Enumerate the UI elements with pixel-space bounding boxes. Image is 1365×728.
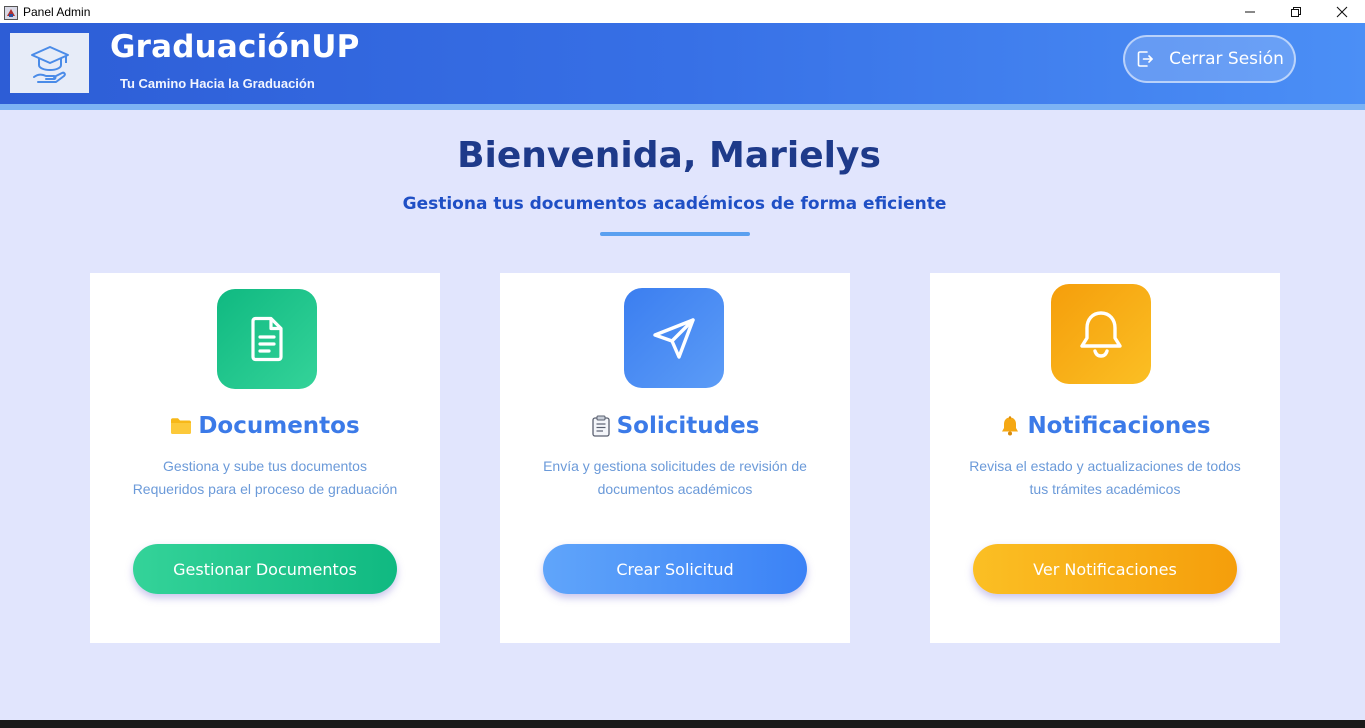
window-title: Panel Admin [23,4,91,19]
card-title-solicitudes: Solicitudes [500,413,850,439]
brand-title: GraduaciónUP [110,29,360,65]
taskbar-edge [0,720,1365,728]
restore-button[interactable] [1273,0,1319,23]
gestionar-documentos-button[interactable]: Gestionar Documentos [133,544,397,594]
logout-label: Cerrar Sesión [1169,49,1284,69]
crear-solicitud-button[interactable]: Crear Solicitud [543,544,807,594]
bell-icon [1051,284,1151,384]
welcome-title: Bienvenida, Marielys [457,135,881,176]
card-description: Envía y gestiona solicitudes de revisión… [520,455,830,501]
title-divider [600,232,750,236]
graduation-cap-icon [30,46,69,83]
card-title-text: Documentos [198,413,360,439]
java-app-icon [4,5,18,20]
close-icon [1336,6,1348,17]
paper-plane-icon [624,288,724,388]
logout-button[interactable]: Cerrar Sesión [1123,35,1296,83]
card-desc-line: Revisa el estado y actualizaciones de to… [969,458,1241,474]
welcome-subtitle: Gestiona tus documentos académicos de fo… [402,194,947,214]
card-desc-line: Gestiona y sube tus documentos [163,458,367,474]
brand-tagline: Tu Camino Hacia la Graduación [120,76,315,91]
bell-emoji-icon [1002,416,1019,436]
window-controls [1227,0,1365,23]
clipboard-icon [591,415,610,437]
card-desc-line: Requeridos para el proceso de graduación [132,481,398,497]
card-title-text: Notificaciones [1027,413,1211,439]
restore-icon [1291,6,1301,17]
header-accent-strip [0,104,1365,110]
card-solicitudes: Solicitudes Envía y gestiona solicitudes… [500,273,850,643]
card-desc-line: Envía y gestiona solicitudes de revisión… [543,458,807,474]
minimize-button[interactable] [1227,0,1273,23]
card-desc-line: tus trámites académicos [1029,481,1181,497]
card-desc-line: documentos académicos [597,481,753,497]
app-header: GraduaciónUP Tu Camino Hacia la Graduaci… [0,23,1365,104]
card-title-notificaciones: Notificaciones [930,413,1280,439]
logout-icon [1137,51,1153,67]
card-documentos: Documentos Gestiona y sube tus documento… [90,273,440,643]
logo [10,33,89,93]
folder-icon [171,418,192,434]
window-titlebar: Panel Admin [0,0,1365,23]
card-title-documentos: Documentos [90,413,440,439]
document-icon [217,289,317,389]
ver-notificaciones-button[interactable]: Ver Notificaciones [973,544,1237,594]
card-title-text: Solicitudes [616,413,760,439]
card-description: Gestiona y sube tus documentos Requerido… [110,455,420,501]
close-window-button[interactable] [1319,0,1365,23]
card-description: Revisa el estado y actualizaciones de to… [950,455,1260,501]
card-notificaciones: Notificaciones Revisa el estado y actual… [930,273,1280,643]
minimize-icon [1245,11,1255,12]
